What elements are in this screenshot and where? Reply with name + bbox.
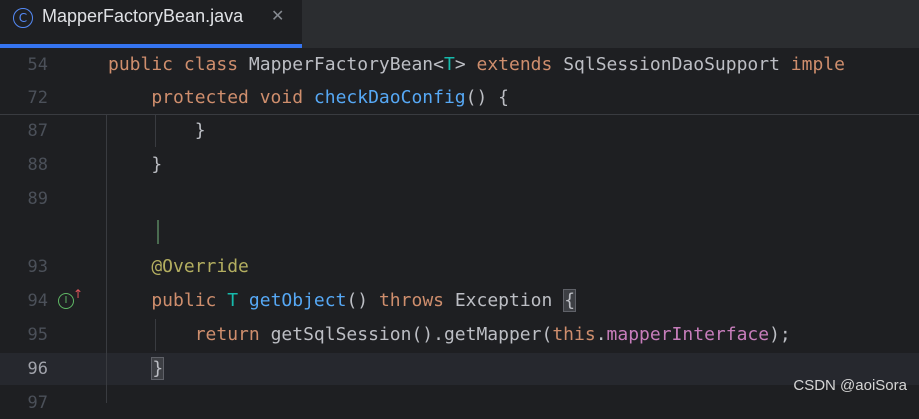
- code-text: }: [108, 353, 165, 385]
- watermark: CSDN @aoiSora: [793, 377, 907, 394]
- code-line[interactable]: 89: [0, 183, 919, 215]
- code-token: >: [454, 54, 477, 75]
- code-token: imple: [790, 54, 845, 75]
- code-token: T: [227, 290, 249, 311]
- code-token: (): [346, 290, 379, 311]
- code-token: public class: [108, 54, 249, 75]
- code-line[interactable]: 95 return getSqlSession().getMapper(this…: [0, 319, 919, 351]
- code-token: mapperInterface: [606, 324, 770, 345]
- editor-tab-bar: C MapperFactoryBean.java ✕: [0, 0, 919, 49]
- line-number: 97: [27, 393, 48, 413]
- code-line[interactable]: [0, 217, 919, 249]
- code-token: getSqlSession().getMapper(: [270, 324, 553, 345]
- line-number: 54: [27, 55, 48, 75]
- close-icon[interactable]: ✕: [271, 6, 284, 25]
- code-text: }: [108, 154, 163, 175]
- line-number: 89: [27, 189, 48, 209]
- code-token: SqlSessionDaoSupport: [563, 54, 791, 75]
- code-token: this: [552, 324, 596, 345]
- code-token: Exception: [454, 290, 564, 311]
- sticky-code-line[interactable]: 72 protected void checkDaoConfig() {: [0, 82, 919, 114]
- override-up-arrow-icon[interactable]: ↑: [73, 287, 83, 301]
- code-line[interactable]: 88 }: [0, 149, 919, 181]
- code-token: T: [443, 54, 455, 75]
- code-line[interactable]: 96 }: [0, 353, 919, 385]
- line-number: 94: [27, 291, 48, 311]
- tab-title: MapperFactoryBean.java: [42, 6, 244, 26]
- indent-guide: [155, 319, 156, 351]
- code-token: throws: [378, 290, 455, 311]
- indent-guide: [155, 115, 156, 147]
- code-token: MapperFactoryBean<: [248, 54, 444, 75]
- code-token: @Override: [108, 256, 249, 277]
- code-line[interactable]: 97: [0, 387, 919, 419]
- code-token: protected void: [108, 87, 314, 108]
- line-number: 87: [27, 121, 48, 141]
- code-text: @Override: [108, 251, 249, 283]
- line-number: 96: [27, 359, 48, 379]
- code-text: protected void checkDaoConfig() {: [108, 82, 509, 114]
- text-caret: [157, 220, 159, 244]
- code-token: getObject: [248, 290, 347, 311]
- matched-brace: }: [151, 357, 165, 380]
- code-token: checkDaoConfig: [313, 87, 466, 108]
- line-number: 95: [27, 325, 48, 345]
- code-token: () {: [465, 87, 509, 108]
- sticky-code-line[interactable]: 54 public class MapperFactoryBean<T> exte…: [0, 49, 919, 81]
- code-line[interactable]: 93 @Override: [0, 251, 919, 283]
- class-icon: C: [13, 8, 33, 28]
- code-token: .: [595, 324, 607, 345]
- code-token: return: [108, 324, 271, 345]
- code-editor[interactable]: 54 public class MapperFactoryBean<T> exte…: [0, 49, 919, 413]
- tab-mapper-factory-bean[interactable]: C MapperFactoryBean.java ✕: [0, 0, 302, 48]
- active-tab-indicator: [0, 44, 302, 48]
- code-token: extends: [476, 54, 564, 75]
- sticky-lines-header: 54 public class MapperFactoryBean<T> exte…: [0, 49, 919, 115]
- code-text: }: [108, 120, 206, 141]
- code-token: );: [769, 324, 791, 345]
- line-number: 93: [27, 257, 48, 277]
- matched-brace: {: [563, 289, 577, 312]
- code-token: public: [108, 290, 228, 311]
- code-text: return getSqlSession().getMapper(this.ma…: [108, 319, 791, 351]
- code-text: public class MapperFactoryBean<T> extend…: [108, 49, 845, 81]
- indent-guide: [106, 114, 107, 403]
- code-text: public T getObject() throws Exception {: [108, 285, 577, 317]
- implementation-icon[interactable]: I: [58, 293, 74, 309]
- code-line[interactable]: 94 public T getObject() throws Exception…: [0, 285, 919, 317]
- line-number: 72: [27, 88, 48, 108]
- code-line[interactable]: 87 }: [0, 115, 919, 147]
- line-number: 88: [27, 155, 48, 175]
